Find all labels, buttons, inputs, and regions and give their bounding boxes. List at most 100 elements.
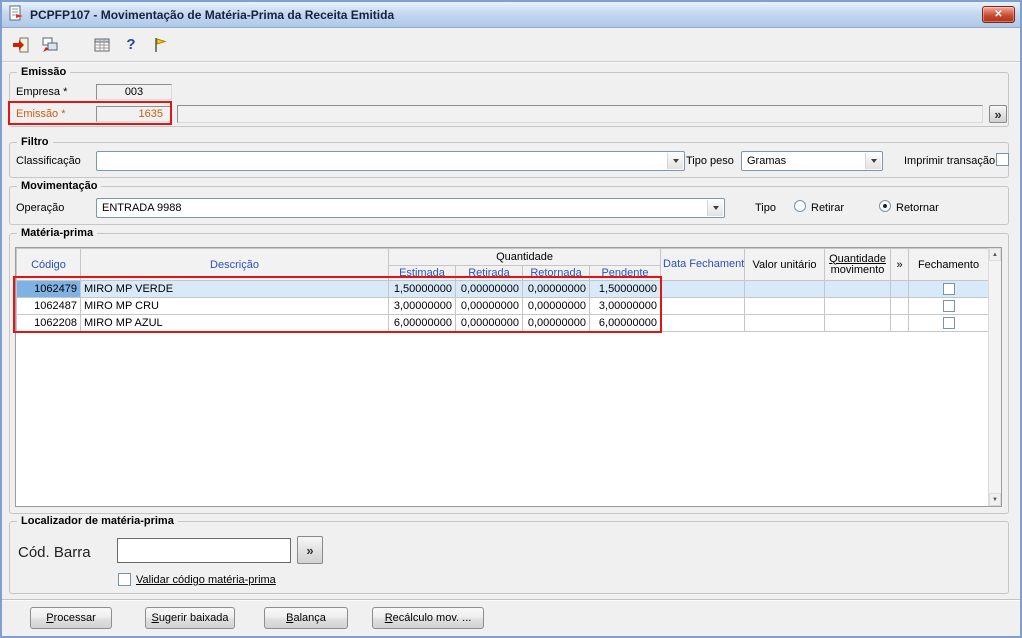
cell-retornada[interactable]: 0,00000000: [522, 314, 590, 332]
emissao-field[interactable]: 1635: [96, 106, 172, 122]
grid-vertical-scrollbar[interactable]: ▲ ▼: [988, 248, 1001, 506]
cod-barra-lookup-button[interactable]: »: [297, 536, 323, 564]
fechamento-checkbox[interactable]: [942, 283, 955, 295]
cell-fechamento: [908, 297, 990, 315]
cell-data-fechamento[interactable]: [660, 297, 746, 315]
cell-retirada[interactable]: 0,00000000: [455, 280, 523, 298]
exit-icon[interactable]: [10, 34, 32, 56]
operacao-label: Operação: [16, 202, 65, 214]
chevron-right-icon: »: [994, 106, 1002, 122]
radio-dot: [883, 204, 887, 208]
recalculo-button[interactable]: Recálculo mov. ...: [372, 607, 484, 629]
emissao-lookup-button[interactable]: »: [989, 105, 1007, 123]
processar-button[interactable]: Processar: [30, 607, 112, 629]
radio-retirar[interactable]: [794, 200, 806, 212]
notes-icon[interactable]: [149, 34, 171, 56]
cell-pendente[interactable]: 6,00000000: [588, 314, 662, 332]
col-header-retirada[interactable]: Retirada: [455, 265, 523, 281]
movimentacao-legend: Movimentação: [17, 180, 102, 192]
empresa-label: Empresa *: [16, 86, 68, 98]
imprimir-transacao-label[interactable]: Imprimir transação: [904, 155, 995, 167]
cell-fechamento: [908, 314, 990, 332]
retirar-label[interactable]: Retirar: [811, 202, 844, 214]
col-header-chevron[interactable]: »: [890, 248, 910, 281]
table-row[interactable]: 1062479 MIRO MP VERDE 1,50000000 0,00000…: [16, 280, 990, 298]
filtro-legend: Filtro: [17, 136, 53, 148]
radio-retornar[interactable]: [879, 200, 891, 212]
materia-prima-legend: Matéria-prima: [17, 227, 98, 239]
cell-descricao[interactable]: MIRO MP VERDE: [80, 280, 389, 298]
operacao-select[interactable]: ENTRADA 9988: [96, 198, 725, 218]
cell-data-fechamento[interactable]: [660, 280, 746, 298]
cell-descricao[interactable]: MIRO MP AZUL: [80, 314, 389, 332]
tipo-peso-value: Gramas: [747, 155, 787, 167]
localizador-legend: Localizador de matéria-prima: [17, 515, 178, 527]
cell-quantidade-movimento[interactable]: [824, 297, 892, 315]
toolbar: ?: [2, 29, 1020, 60]
cell-estimada[interactable]: 3,00000000: [388, 297, 456, 315]
col-header-data-fechamento[interactable]: Data Fechamento: [660, 248, 746, 281]
tipo-peso-select[interactable]: Gramas: [741, 151, 883, 171]
cell-quantidade-movimento[interactable]: [824, 314, 892, 332]
table-row[interactable]: 1062208 MIRO MP AZUL 6,00000000 0,000000…: [16, 314, 990, 332]
cell-chevron[interactable]: [890, 280, 910, 298]
cell-estimada[interactable]: 1,50000000: [388, 280, 456, 298]
cell-data-fechamento[interactable]: [660, 314, 746, 332]
cod-barra-input[interactable]: [117, 538, 291, 563]
cell-chevron[interactable]: [890, 297, 910, 315]
cell-retornada[interactable]: 0,00000000: [522, 280, 590, 298]
cell-codigo[interactable]: 1062208: [16, 314, 81, 332]
cell-retirada[interactable]: 0,00000000: [455, 297, 523, 315]
cell-descricao[interactable]: MIRO MP CRU: [80, 297, 389, 315]
title-bar: PCPFP107 - Movimentação de Matéria-Prima…: [2, 2, 1020, 28]
cell-quantidade-movimento[interactable]: [824, 280, 892, 298]
bottom-divider: [2, 599, 1020, 601]
dropdown-arrow-icon[interactable]: [667, 153, 683, 169]
materia-prima-group: Matéria-prima Código Descrição Quantidad…: [9, 227, 1009, 514]
cell-pendente[interactable]: 1,50000000: [588, 280, 662, 298]
scroll-down-icon[interactable]: ▼: [989, 493, 1001, 506]
validar-codigo-label[interactable]: Validar código matéria-prima: [136, 574, 276, 586]
cell-valor-unitario[interactable]: [744, 297, 826, 315]
emissao-label: Emissão *: [16, 108, 66, 120]
cell-codigo[interactable]: 1062479: [16, 280, 81, 298]
cod-barra-label: Cód. Barra: [18, 544, 91, 561]
validar-codigo-checkbox[interactable]: [118, 573, 131, 586]
retornar-label[interactable]: Retornar: [896, 202, 939, 214]
spreadsheet-icon[interactable]: [91, 34, 113, 56]
balanca-button[interactable]: Balança: [264, 607, 348, 629]
cell-estimada[interactable]: 6,00000000: [388, 314, 456, 332]
col-header-descricao[interactable]: Descrição: [80, 248, 389, 281]
switch-form-icon[interactable]: [39, 34, 61, 56]
col-header-codigo[interactable]: Código: [16, 248, 81, 281]
imprimir-transacao-checkbox[interactable]: [996, 153, 1009, 166]
fechamento-checkbox[interactable]: [942, 300, 955, 312]
cell-valor-unitario[interactable]: [744, 280, 826, 298]
col-header-quantidade: Quantidade: [387, 248, 662, 266]
chevron-right-icon: »: [306, 542, 314, 558]
dropdown-arrow-icon[interactable]: [707, 200, 723, 216]
cell-retornada[interactable]: 0,00000000: [522, 297, 590, 315]
sugerir-baixada-button[interactable]: Sugerir baixada: [145, 607, 235, 629]
col-header-estimada[interactable]: Estimada: [388, 265, 456, 281]
dropdown-arrow-icon[interactable]: [865, 153, 881, 169]
emissao-group: Emissão Empresa * 003 Emissão * 1635 »: [9, 66, 1009, 127]
cell-fechamento: [908, 280, 990, 298]
col-header-pendente[interactable]: Pendente: [588, 265, 662, 281]
app-icon[interactable]: [8, 5, 24, 24]
close-button[interactable]: ✕: [982, 6, 1015, 23]
empresa-value: 003: [124, 86, 144, 98]
cell-codigo[interactable]: 1062487: [16, 297, 81, 315]
classificacao-select[interactable]: [96, 151, 685, 171]
fechamento-checkbox[interactable]: [942, 317, 955, 329]
help-icon[interactable]: ?: [120, 34, 142, 56]
table-row[interactable]: 1062487 MIRO MP CRU 3,00000000 0,0000000…: [16, 297, 990, 315]
app-window: PCPFP107 - Movimentação de Matéria-Prima…: [0, 0, 1022, 638]
cell-chevron[interactable]: [890, 314, 910, 332]
scroll-up-icon[interactable]: ▲: [989, 248, 1001, 261]
cell-retirada[interactable]: 0,00000000: [455, 314, 523, 332]
col-header-retornada[interactable]: Retornada: [522, 265, 590, 281]
close-icon: ✕: [994, 9, 1003, 20]
cell-valor-unitario[interactable]: [744, 314, 826, 332]
cell-pendente[interactable]: 3,00000000: [588, 297, 662, 315]
